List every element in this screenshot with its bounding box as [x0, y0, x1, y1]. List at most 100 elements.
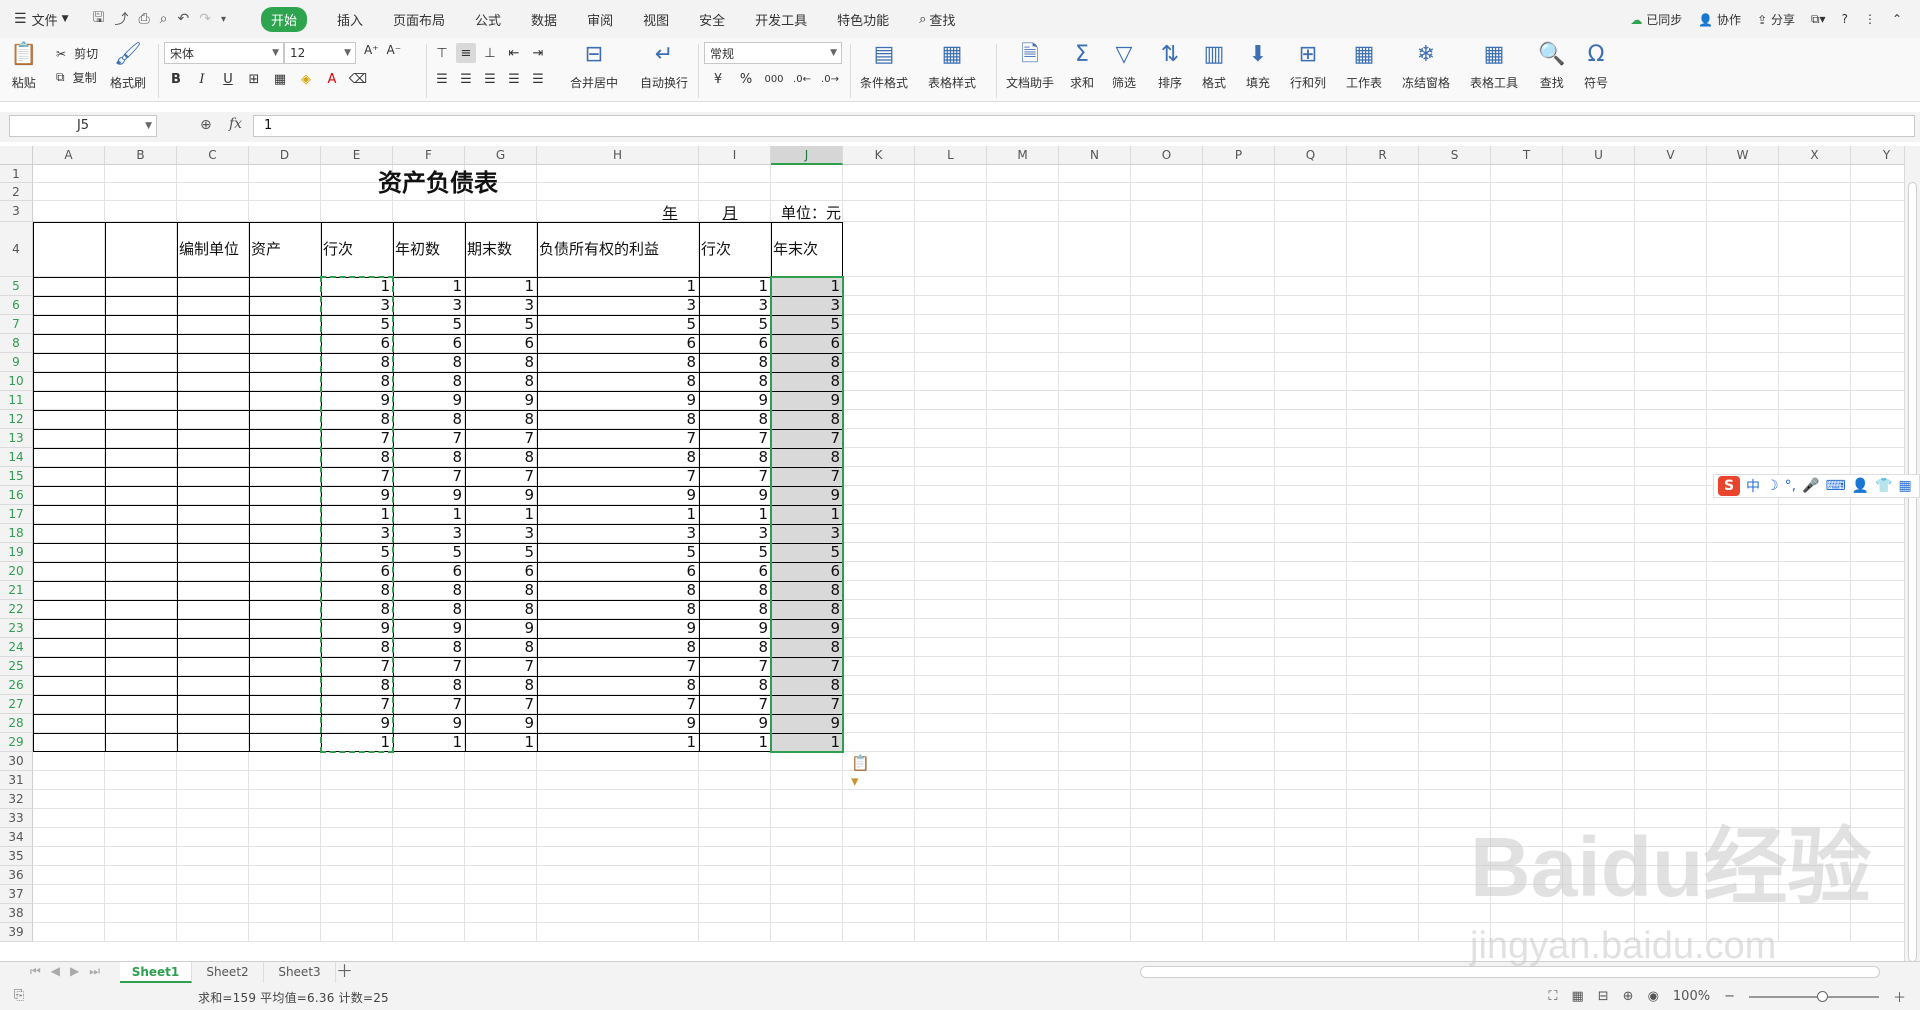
font-color-icon[interactable]: A	[322, 69, 342, 89]
column-header-E[interactable]: E	[321, 146, 393, 165]
row-header-5[interactable]: 5	[0, 277, 33, 296]
align-left-icon[interactable]: ☰	[432, 69, 452, 89]
row-col-button[interactable]: ⊞ 行和列	[1290, 42, 1326, 91]
skin-icon[interactable]: 👕	[1875, 478, 1892, 494]
data-cell[interactable]: 1	[393, 277, 464, 296]
header-cell-C[interactable]: 编制单位	[177, 222, 249, 277]
name-box[interactable]: J5 ▼	[9, 115, 157, 137]
tab-5[interactable]: 审阅	[572, 0, 628, 38]
data-cell[interactable]: 5	[699, 543, 770, 562]
row-header-36[interactable]: 36	[0, 866, 33, 885]
data-cell[interactable]: 7	[537, 657, 698, 676]
data-cell[interactable]: 1	[393, 733, 464, 752]
moon-icon[interactable]: ☽	[1766, 478, 1779, 494]
formula-input[interactable]: 1	[253, 115, 1915, 137]
indent-increase-icon[interactable]: ⇥	[528, 43, 548, 63]
percent-button[interactable]: %	[736, 69, 756, 89]
data-cell[interactable]: 7	[465, 467, 536, 486]
row-header-26[interactable]: 26	[0, 676, 33, 695]
decrease-font-icon[interactable]: A⁻	[387, 43, 402, 57]
header-cell-I[interactable]: 行次	[699, 222, 771, 277]
data-cell[interactable]: 8	[537, 448, 698, 467]
data-cell[interactable]: 8	[699, 676, 770, 695]
collapse-icon[interactable]: ⌃	[1892, 12, 1902, 26]
data-cell[interactable]: 6	[465, 334, 536, 353]
row-header-17[interactable]: 17	[0, 505, 33, 524]
eye-protection-icon[interactable]: ◉	[1648, 989, 1659, 1004]
select-all-corner[interactable]	[0, 146, 33, 165]
data-cell[interactable]: 7	[537, 429, 698, 448]
vertical-scroll-thumb[interactable]	[1908, 182, 1917, 962]
clear-icon[interactable]: ⌫	[348, 69, 368, 89]
data-cell[interactable]: 8	[465, 581, 536, 600]
row-header-10[interactable]: 10	[0, 372, 33, 391]
tab-9[interactable]: 特色功能	[822, 0, 904, 38]
data-cell[interactable]: 9	[393, 486, 464, 505]
data-cell[interactable]: 8	[465, 676, 536, 695]
row-header-28[interactable]: 28	[0, 714, 33, 733]
data-cell[interactable]: 1	[393, 505, 464, 524]
fullscreen-icon[interactable]: ⛶	[1548, 989, 1557, 1004]
data-cell[interactable]: 5	[465, 315, 536, 334]
data-cell[interactable]: 3	[393, 296, 464, 315]
align-top-icon[interactable]: ⊤	[432, 43, 452, 63]
data-cell[interactable]: 8	[699, 353, 770, 372]
data-cell[interactable]: 7	[465, 657, 536, 676]
indent-decrease-icon[interactable]: ⇤	[504, 43, 524, 63]
tab-8[interactable]: 开发工具	[740, 0, 822, 38]
data-cell[interactable]: 8	[393, 372, 464, 391]
data-cell[interactable]: 1	[699, 733, 770, 752]
find-button[interactable]: 🔍 查找	[1538, 42, 1565, 91]
data-cell[interactable]: 8	[537, 676, 698, 695]
data-cell[interactable]: 8	[699, 448, 770, 467]
sheet-tab-3[interactable]: Sheet3	[264, 962, 336, 983]
table-style-button[interactable]: ▦ 表格样式	[928, 42, 976, 91]
data-cell[interactable]: 5	[393, 543, 464, 562]
file-menu[interactable]: ☰ 文件 ▼	[0, 0, 79, 38]
row-header-37[interactable]: 37	[0, 885, 33, 904]
data-cell[interactable]: 8	[699, 600, 770, 619]
help-button[interactable]: ?	[1842, 12, 1848, 26]
column-header-G[interactable]: G	[465, 146, 537, 165]
row-header-23[interactable]: 23	[0, 619, 33, 638]
row-header-18[interactable]: 18	[0, 524, 33, 543]
column-header-M[interactable]: M	[987, 146, 1059, 165]
row-header-16[interactable]: 16	[0, 486, 33, 505]
data-cell[interactable]: 6	[393, 334, 464, 353]
data-cell[interactable]: 1	[465, 277, 536, 296]
column-header-A[interactable]: A	[33, 146, 105, 165]
data-cell[interactable]: 7	[537, 467, 698, 486]
more-icon[interactable]: ⋮	[1864, 12, 1876, 26]
data-cell[interactable]: 7	[393, 657, 464, 676]
column-header-T[interactable]: T	[1491, 146, 1563, 165]
data-cell[interactable]: 9	[465, 486, 536, 505]
data-cell[interactable]: 8	[537, 372, 698, 391]
data-cell[interactable]: 1	[537, 505, 698, 524]
zoom-slider[interactable]	[1748, 990, 1879, 1002]
print-preview-icon[interactable]: ⌕	[160, 11, 168, 27]
zoom-in-icon[interactable]: ＋	[1893, 987, 1906, 1006]
copy-button[interactable]: ⧉ 复制	[56, 69, 97, 86]
column-header-I[interactable]: I	[699, 146, 771, 165]
column-header-L[interactable]: L	[915, 146, 987, 165]
symbol-button[interactable]: Ω 符号	[1584, 42, 1608, 91]
filter-button[interactable]: ▽ 筛选	[1112, 42, 1136, 91]
tab-6[interactable]: 视图	[628, 0, 684, 38]
justify-icon[interactable]: ☰	[504, 69, 524, 89]
row-header-39[interactable]: 39	[0, 923, 33, 942]
row-header-6[interactable]: 6	[0, 296, 33, 315]
column-header-R[interactable]: R	[1347, 146, 1419, 165]
data-cell[interactable]: 7	[699, 695, 770, 714]
data-cell[interactable]: 7	[393, 695, 464, 714]
data-cell[interactable]: 7	[537, 695, 698, 714]
column-header-D[interactable]: D	[249, 146, 321, 165]
data-cell[interactable]: 3	[393, 524, 464, 543]
data-cell[interactable]: 8	[393, 448, 464, 467]
data-cell[interactable]: 8	[537, 600, 698, 619]
print-icon[interactable]: ⎙	[138, 11, 149, 27]
data-cell[interactable]: 7	[393, 429, 464, 448]
row-header-32[interactable]: 32	[0, 790, 33, 809]
data-cell[interactable]: 5	[537, 315, 698, 334]
data-cell[interactable]: 7	[699, 467, 770, 486]
currency-icon[interactable]: ¥	[708, 69, 728, 89]
